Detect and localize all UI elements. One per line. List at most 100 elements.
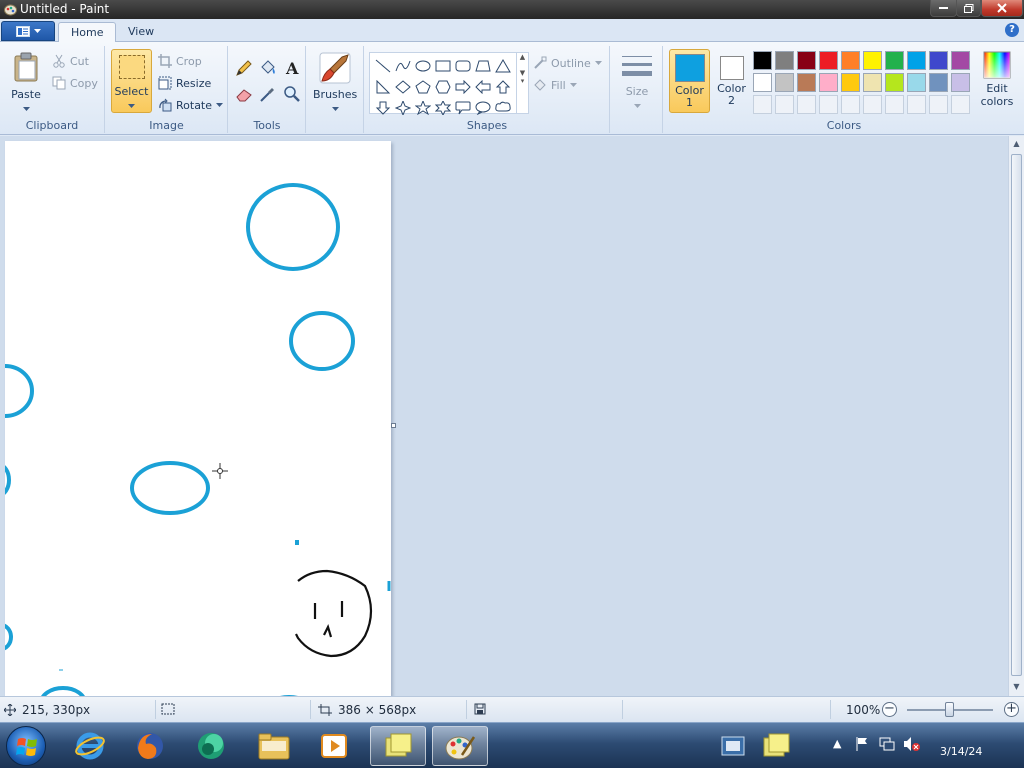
paste-button[interactable]: Paste	[6, 52, 46, 114]
palette-swatch[interactable]	[753, 73, 772, 92]
polygon-shape[interactable]	[473, 56, 493, 76]
volume-muted-icon[interactable]	[903, 736, 921, 755]
rounded-callout-shape[interactable]	[453, 98, 473, 118]
taskbar-file-explorer[interactable]	[246, 726, 302, 766]
oval-callout-shape[interactable]	[473, 98, 493, 118]
shapes-scroll[interactable]: ▲ ▼ ▾	[516, 53, 528, 113]
up-arrow-shape[interactable]	[493, 77, 513, 97]
right-triangle-shape[interactable]	[373, 77, 393, 97]
palette-swatch[interactable]	[907, 73, 926, 92]
color1-button[interactable]: Color 1	[669, 49, 710, 113]
custom-color-slot[interactable]	[775, 95, 794, 114]
show-hidden-icons[interactable]: ▲	[833, 737, 841, 750]
pentagon-shape[interactable]	[413, 77, 433, 97]
palette-swatch[interactable]	[951, 73, 970, 92]
palette-swatch[interactable]	[819, 73, 838, 92]
taskbar-sticky-notes[interactable]	[370, 726, 426, 766]
line-shape[interactable]	[373, 56, 393, 76]
minimize-button[interactable]	[930, 0, 957, 17]
eraser-tool[interactable]	[233, 84, 255, 104]
drawing-canvas[interactable]	[0, 141, 391, 696]
flag-icon[interactable]	[855, 736, 869, 755]
edit-colors-button[interactable]: Edit colors	[976, 51, 1018, 108]
cut-button[interactable]: Cut	[52, 54, 89, 68]
palette-swatch[interactable]	[797, 73, 816, 92]
brushes-button[interactable]: Brushes	[313, 51, 357, 114]
network-icon[interactable]	[879, 736, 895, 755]
scroll-up-arrow[interactable]: ▲	[1009, 136, 1024, 152]
palette-swatch[interactable]	[929, 51, 948, 70]
right-arrow-shape[interactable]	[453, 77, 473, 97]
palette-swatch[interactable]	[841, 51, 860, 70]
palette-swatch[interactable]	[885, 51, 904, 70]
palette-swatch[interactable]	[819, 51, 838, 70]
taskbar-paint[interactable]	[432, 726, 488, 766]
custom-color-slot[interactable]	[819, 95, 838, 114]
zoom-out-button[interactable]: −	[882, 702, 897, 717]
color2-button[interactable]: Color 2	[711, 49, 752, 113]
four-point-star-shape[interactable]	[393, 98, 413, 118]
scroll-down-arrow[interactable]: ▼	[1009, 679, 1024, 695]
palette-swatch[interactable]	[929, 73, 948, 92]
maximize-button[interactable]	[956, 0, 981, 17]
palette-swatch[interactable]	[797, 51, 816, 70]
custom-color-slot[interactable]	[929, 95, 948, 114]
scrollbar-thumb[interactable]	[1011, 154, 1022, 676]
triangle-shape[interactable]	[493, 56, 513, 76]
pencil-tool[interactable]	[233, 58, 255, 78]
text-tool[interactable]: A	[281, 58, 303, 78]
crop-button[interactable]: Crop	[158, 54, 202, 68]
left-arrow-shape[interactable]	[473, 77, 493, 97]
six-point-star-shape[interactable]	[433, 98, 453, 118]
magnifier-tool[interactable]	[281, 84, 303, 104]
paint-menu-button[interactable]	[1, 21, 55, 41]
taskbar-tray-app-1[interactable]	[712, 726, 756, 766]
palette-swatch[interactable]	[753, 51, 772, 70]
palette-swatch[interactable]	[775, 73, 794, 92]
close-button[interactable]	[981, 0, 1023, 17]
palette-swatch[interactable]	[775, 51, 794, 70]
taskbar-tray-app-2[interactable]	[756, 726, 796, 766]
rounded-rectangle-shape[interactable]	[453, 56, 473, 76]
zoom-slider-thumb[interactable]	[945, 702, 954, 717]
size-button[interactable]: Size	[617, 52, 657, 111]
custom-color-slot[interactable]	[841, 95, 860, 114]
fill-tool[interactable]	[257, 58, 279, 78]
custom-color-slot[interactable]	[863, 95, 882, 114]
rectangle-shape[interactable]	[433, 56, 453, 76]
five-point-star-shape[interactable]	[413, 98, 433, 118]
curve-shape[interactable]	[393, 56, 413, 76]
taskbar-media-player[interactable]	[306, 726, 362, 766]
custom-color-slot[interactable]	[753, 95, 772, 114]
palette-swatch[interactable]	[951, 51, 970, 70]
zoom-in-button[interactable]: +	[1004, 702, 1019, 717]
outline-button[interactable]: Outline	[533, 56, 602, 70]
custom-color-slot[interactable]	[885, 95, 904, 114]
taskbar-firefox[interactable]	[122, 726, 178, 766]
start-button[interactable]	[6, 726, 46, 766]
custom-color-slot[interactable]	[797, 95, 816, 114]
tab-home[interactable]: Home	[58, 22, 117, 43]
palette-swatch[interactable]	[907, 51, 926, 70]
custom-color-slot[interactable]	[907, 95, 926, 114]
rotate-button[interactable]: Rotate	[158, 98, 224, 112]
cloud-callout-shape[interactable]	[493, 98, 513, 118]
custom-color-slot[interactable]	[951, 95, 970, 114]
fill-style-button[interactable]: Fill	[533, 78, 577, 92]
copy-button[interactable]: Copy	[52, 76, 98, 90]
taskbar-internet-explorer[interactable]	[62, 726, 118, 766]
palette-swatch[interactable]	[885, 73, 904, 92]
oval-shape[interactable]	[413, 56, 433, 76]
hexagon-shape[interactable]	[433, 77, 453, 97]
vertical-scrollbar[interactable]: ▲ ▼	[1008, 136, 1024, 696]
color-picker-tool[interactable]	[257, 84, 279, 104]
down-arrow-shape[interactable]	[373, 98, 393, 118]
help-icon[interactable]: ?	[1005, 23, 1019, 37]
palette-swatch[interactable]	[863, 51, 882, 70]
palette-swatch[interactable]	[841, 73, 860, 92]
select-button[interactable]: Select	[111, 49, 152, 113]
canvas-resize-handle[interactable]	[391, 423, 396, 428]
system-clock[interactable]: 3/14/24	[940, 731, 982, 759]
resize-button[interactable]: Resize	[158, 76, 211, 90]
palette-swatch[interactable]	[863, 73, 882, 92]
